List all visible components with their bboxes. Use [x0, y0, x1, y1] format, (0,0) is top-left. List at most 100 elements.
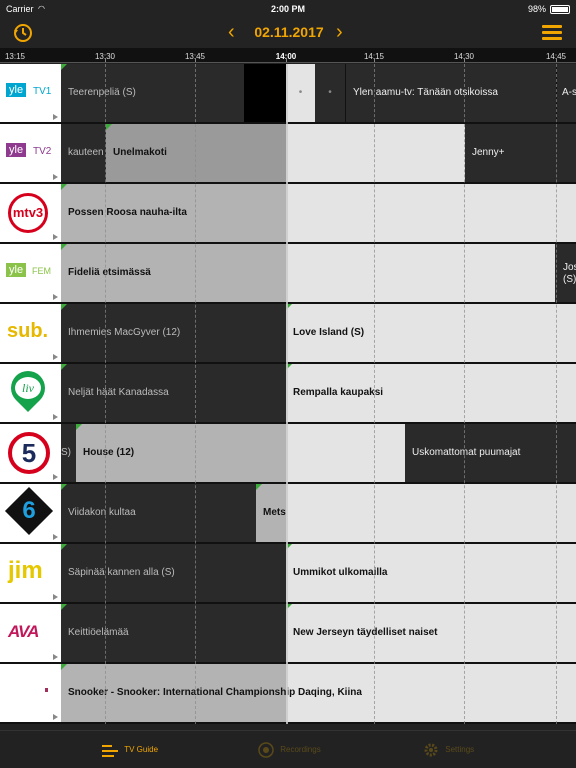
program-cell[interactable]: Uskomattomat puumajat	[405, 424, 576, 482]
program-cell[interactable]: Unelmakoti	[106, 124, 286, 182]
channel-6-logo: 6	[22, 497, 36, 524]
time-gridline	[464, 64, 465, 724]
program-cell[interactable]: S)	[61, 424, 76, 482]
program-cell[interactable]: Rempalla kaupaksi	[286, 364, 576, 422]
current-date[interactable]: 02.11.2017	[250, 24, 328, 40]
channel-row-5: 5 S) House (12) Uskomattomat puumajat	[0, 424, 576, 482]
epg-grid[interactable]: yle TV1 Teerenpeliä (S) • • Ylen aamu-tv…	[0, 64, 576, 724]
channel-row-jim: jim Säpinää kannen alla (S) Ummikot ulko…	[0, 544, 576, 602]
program-cell[interactable]: House (12)	[76, 424, 286, 482]
program-cell[interactable]	[286, 184, 576, 242]
program-cell[interactable]: Neljät häät Kanadassa	[61, 364, 286, 422]
program-cell[interactable]: Ummikot ulkomailla	[286, 544, 576, 602]
expand-arrow-icon[interactable]	[53, 414, 58, 420]
program-cell[interactable]	[286, 424, 405, 482]
program-cell[interactable]: Possen Roosa nauha-ilta	[61, 184, 286, 242]
time-gridline	[374, 64, 375, 724]
time-tick: 13:15	[4, 52, 26, 61]
program-cell[interactable]: Viidakon kultaa	[61, 484, 256, 542]
tab-bar: TV Guide Recordings Settings	[0, 730, 576, 768]
expand-arrow-icon[interactable]	[53, 234, 58, 240]
time-gridline	[105, 64, 106, 724]
channel-logo-eurosport[interactable]	[0, 664, 61, 722]
channel-logo-yle-fem[interactable]: yle FEM	[0, 244, 61, 302]
program-cell[interactable]: Säpinää kannen alla (S)	[61, 544, 286, 602]
nav-bar: ‹ 02.11.2017 ›	[0, 18, 576, 48]
gear-icon	[423, 742, 439, 758]
channel-row-mtv3: mtv3 Possen Roosa nauha-ilta	[0, 184, 576, 242]
program-cell[interactable]: Keittiöelämää	[61, 604, 286, 662]
channel-logo-sub[interactable]: sub.	[0, 304, 61, 362]
expand-arrow-icon[interactable]	[53, 294, 58, 300]
tab-recordings[interactable]: Recordings	[258, 739, 321, 761]
tv-guide-icon	[102, 744, 118, 757]
channel-row-eurosport: Snooker - Snooker: International Champio…	[0, 664, 576, 722]
channel-row-yle-tv2: yle TV2 kauteen Unelmakoti Jenny+	[0, 124, 576, 182]
channel-5-logo: 5	[8, 432, 50, 474]
jim-logo: jim	[8, 557, 43, 584]
program-cell[interactable]: Ylen aamu-tv: Tänään otsikoissa	[346, 64, 556, 122]
channel-row-sub: sub. Ihmemies MacGyver (12) Love Island …	[0, 304, 576, 362]
program-cell[interactable]: •	[315, 64, 345, 122]
record-icon	[258, 742, 274, 758]
hamburger-menu-icon[interactable]	[542, 25, 562, 41]
channel-row-6: 6 Viidakon kultaa Metsurit suolla	[0, 484, 576, 542]
yle-logo: yle	[6, 83, 27, 97]
clock-label: 2:00 PM	[270, 4, 305, 14]
previous-day-button[interactable]: ‹	[228, 21, 235, 44]
expand-arrow-icon[interactable]	[53, 474, 58, 480]
expand-arrow-icon[interactable]	[53, 534, 58, 540]
program-cell[interactable]	[286, 484, 576, 542]
channel-logo-liv[interactable]: liv	[0, 364, 61, 422]
tab-label: Settings	[445, 745, 475, 754]
channel-logo-yle-tv1[interactable]: yle TV1	[0, 64, 61, 122]
liv-logo: liv	[15, 377, 41, 399]
program-cell[interactable]	[244, 64, 286, 122]
next-day-button[interactable]: ›	[336, 21, 343, 44]
mtv3-logo: mtv3	[8, 193, 48, 233]
tab-settings[interactable]: Settings	[423, 739, 474, 761]
expand-arrow-icon[interactable]	[53, 174, 58, 180]
battery-percent: 98%	[527, 4, 546, 14]
program-cell[interactable]: Fideliä etsimässä	[61, 244, 286, 302]
program-cell[interactable]: A-s	[557, 64, 576, 122]
channel-row-yle-fem: yle FEM Fideliä etsimässä Jos(S)	[0, 244, 576, 302]
status-bar: Carrier ◠ 2:00 PM 98%	[0, 0, 576, 18]
channel-logo-6[interactable]: 6	[0, 484, 61, 542]
current-time-indicator	[286, 64, 288, 724]
time-gridline	[195, 64, 196, 724]
program-cell[interactable]: Ihmemies MacGyver (12)	[61, 304, 286, 362]
program-cell[interactable]	[286, 124, 465, 182]
program-title: Snooker - Snooker: International Champio…	[68, 687, 362, 698]
program-cell[interactable]: Love Island (S)	[286, 304, 576, 362]
program-cell[interactable]: •	[286, 64, 315, 122]
history-clock-icon[interactable]	[12, 22, 34, 44]
program-cell[interactable]	[286, 244, 555, 302]
channel-logo-ava[interactable]: AVA	[0, 604, 61, 662]
program-cell[interactable]: Teerenpeliä (S)	[61, 64, 244, 122]
tab-label: Recordings	[280, 745, 321, 754]
channel-logo-mtv3[interactable]: mtv3	[0, 184, 61, 242]
expand-arrow-icon[interactable]	[53, 354, 58, 360]
program-cell[interactable]: Jos(S)	[555, 244, 576, 302]
tab-tv-guide[interactable]: TV Guide	[102, 739, 158, 761]
channel-logo-yle-tv2[interactable]: yle TV2	[0, 124, 61, 182]
program-cell[interactable]: kauteen	[61, 124, 106, 182]
channel-logo-5[interactable]: 5	[0, 424, 61, 482]
expand-arrow-icon[interactable]	[53, 714, 58, 720]
channel-row-yle-tv1: yle TV1 Teerenpeliä (S) • • Ylen aamu-tv…	[0, 64, 576, 122]
program-cell[interactable]: New Jerseyn täydelliset naiset	[286, 604, 576, 662]
channel-row-liv: liv Neljät häät Kanadassa Rempalla kaupa…	[0, 364, 576, 422]
channel-logo-jim[interactable]: jim	[0, 544, 61, 602]
yle-logo: yle	[6, 263, 27, 277]
yle-logo: yle	[6, 143, 27, 157]
expand-arrow-icon[interactable]	[53, 114, 58, 120]
tab-label: TV Guide	[124, 745, 159, 754]
program-cell[interactable]: Metsurit suolla	[256, 484, 286, 542]
expand-arrow-icon[interactable]	[53, 594, 58, 600]
time-ruler: 13:15 13:30 13:45 14:00 14:15 14:30 14:4…	[0, 48, 576, 63]
battery-icon	[550, 5, 570, 14]
channel-sub-label: TV2	[33, 146, 52, 157]
expand-arrow-icon[interactable]	[53, 654, 58, 660]
program-cell[interactable]: Jenny+	[465, 124, 576, 182]
